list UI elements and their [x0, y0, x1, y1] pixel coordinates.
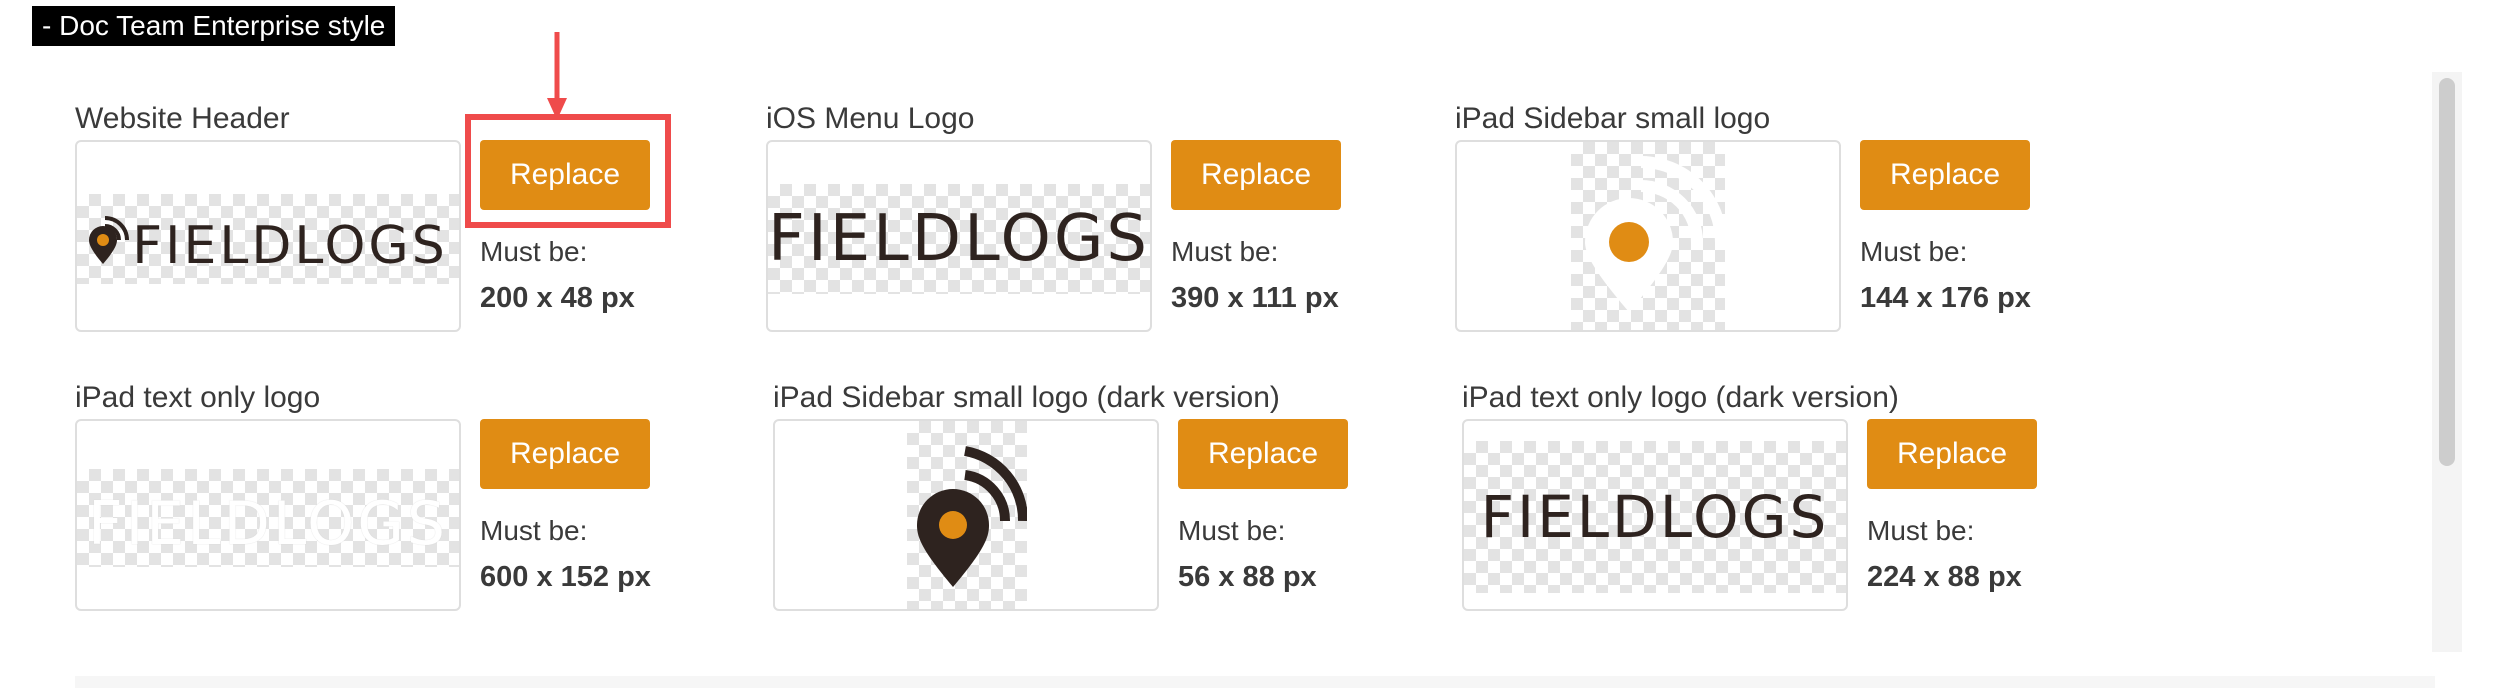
replace-button-ipad-sidebar[interactable]: Replace [1860, 140, 2030, 210]
replace-button-ipad-text[interactable]: Replace [480, 419, 650, 489]
logo-title: iPad text only logo (dark version) [1462, 381, 1899, 414]
must-be-label: Must be: [1178, 515, 1286, 546]
logo-title: iPad text only logo [75, 381, 321, 414]
location-pin-wifi-icon [1585, 156, 1725, 312]
must-be-label: Must be: [1860, 236, 1968, 267]
logo-wordmark: FIELDLOGS [768, 202, 1151, 276]
down-arrow-icon [547, 32, 567, 120]
logo-wordmark: FIELDLOGS [88, 489, 448, 559]
must-be-label: Must be: [480, 236, 588, 267]
logo-title: iPad Sidebar small logo (dark version) [773, 381, 1280, 414]
required-size: 200 x 48 px [480, 282, 635, 314]
logo-preview: FIELDLOGS [1462, 419, 1848, 611]
location-pin-wifi-icon [917, 446, 1027, 587]
logo-preview: FIELDLOGS [75, 140, 461, 332]
must-be-label: Must be: [480, 515, 588, 546]
must-be-label: Must be: [1867, 515, 1975, 546]
required-size: 390 x 111 px [1171, 282, 1339, 314]
logo-title: iPad Sidebar small logo [1455, 102, 1771, 135]
section-label: - Doc Team Enterprise style [32, 6, 396, 46]
scrollbar[interactable] [2432, 72, 2462, 652]
logo-preview [773, 419, 1159, 611]
callout-highlight-box [465, 114, 671, 228]
scrollbar-thumb[interactable] [2439, 78, 2455, 466]
replace-button-ipad-sidebar-dark[interactable]: Replace [1178, 419, 1348, 489]
replace-button-ipad-text-dark[interactable]: Replace [1867, 419, 2037, 489]
panel-footer [75, 676, 2435, 688]
logo-title: iOS Menu Logo [766, 102, 975, 135]
must-be-label: Must be: [1171, 236, 1279, 267]
logo-title: Website Header [75, 102, 290, 135]
logo-wordmark: FIELDLOGS [1480, 483, 1830, 551]
logo-preview [1455, 140, 1841, 332]
logo-wordmark: FIELDLOGS [132, 216, 448, 276]
required-size: 224 x 88 px [1867, 561, 2022, 593]
logo-preview: FIELDLOGS [75, 419, 461, 611]
replace-button-ios-menu[interactable]: Replace [1171, 140, 1341, 210]
logo-preview: FIELDLOGS [766, 140, 1152, 332]
required-size: 56 x 88 px [1178, 561, 1317, 593]
required-size: 600 x 152 px [480, 561, 651, 593]
required-size: 144 x 176 px [1860, 282, 2031, 314]
